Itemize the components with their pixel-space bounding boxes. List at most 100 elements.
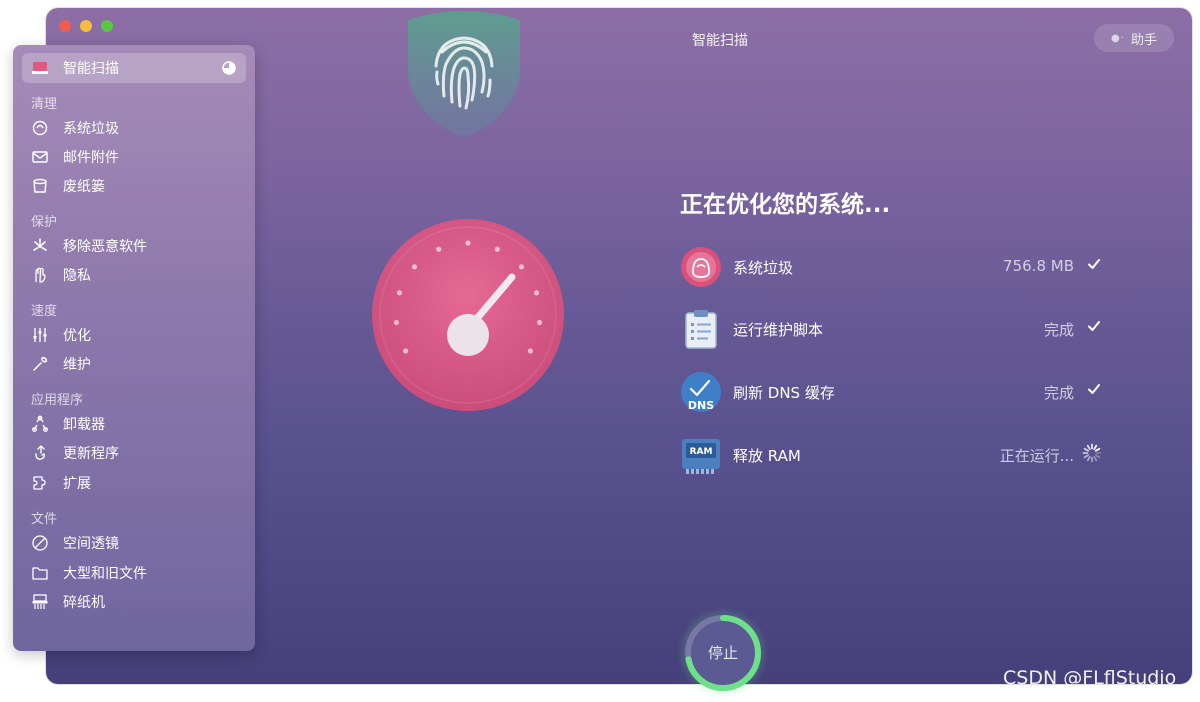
sidebar-item-privacy[interactable]: 隐私: [31, 264, 91, 286]
gauge-tick: [436, 246, 442, 252]
gauge-tick: [533, 290, 540, 296]
fingerprint-shield-icon: [408, 11, 520, 138]
task-name: 释放 RAM: [733, 447, 801, 465]
assistant-label: 助手: [1130, 32, 1157, 48]
task-row-dns-cache: DNS 刷新 DNS 缓存 完成: [680, 371, 1110, 415]
space-lens-icon: [31, 534, 49, 552]
gauge-tick: [393, 319, 399, 326]
maintenance-icon: [31, 355, 49, 373]
maintenance-scripts-icon: [685, 310, 717, 349]
spinner-spoke: [1093, 455, 1098, 462]
spinner-spoke: [1094, 454, 1101, 459]
sidebar-item-label: 移除恶意软件: [63, 239, 147, 255]
task-status: 756.8 MB: [1003, 257, 1074, 275]
sidebar-section-speed: 速度: [31, 304, 58, 319]
sidebar-item-trash-bins[interactable]: 废纸篓: [31, 175, 105, 197]
malware-removal-icon: [31, 237, 49, 255]
system-junk-icon: [31, 119, 49, 137]
extensions-icon: [31, 474, 49, 492]
sidebar-section-protection: 保护: [31, 215, 58, 230]
spinner-spoke: [1083, 454, 1090, 459]
privacy-icon: [31, 266, 49, 284]
sidebar-item-updater[interactable]: 更新程序: [31, 442, 119, 464]
window-title: 智能扫描: [692, 33, 748, 49]
optimization-gauge-icon: [372, 219, 564, 411]
scan-progress-icon: [222, 61, 236, 75]
gauge-tick: [518, 264, 525, 270]
large-old-files-icon: [31, 564, 49, 582]
sidebar-item-label: 维护: [63, 357, 91, 373]
task-row-system-junk: 系统垃圾 756.8 MB: [680, 246, 1110, 290]
sidebar-item-label: 邮件附件: [63, 150, 119, 166]
sidebar-item-label: 大型和旧文件: [63, 566, 147, 582]
task-row-maintenance-scripts: 运行维护脚本 完成: [680, 308, 1110, 352]
optimization-icon: [31, 326, 49, 344]
sidebar-item-space-lens[interactable]: 空间透镜: [31, 532, 119, 554]
sidebar-item-label: 智能扫描: [63, 61, 119, 77]
gauge-tick: [494, 246, 500, 252]
task-status: 完成: [1043, 321, 1074, 339]
assistant-dot-icon: ●·: [1111, 32, 1125, 44]
ram-icon-text: RAM: [690, 447, 713, 457]
checkmark-icon: [1088, 321, 1100, 331]
gauge-tick: [537, 319, 543, 326]
updater-icon: [31, 444, 49, 462]
sidebar-item-label: 更新程序: [63, 446, 119, 462]
sidebar-item-label: 废纸篓: [63, 179, 105, 195]
trash-bins-icon: [31, 177, 49, 195]
spinner-spoke: [1093, 444, 1098, 451]
sidebar-item-extensions[interactable]: 扩展: [31, 472, 91, 494]
sidebar-item-label: 扩展: [63, 476, 91, 492]
sidebar-item-mail-attachments[interactable]: 邮件附件: [31, 146, 119, 168]
task-status: 正在运行...: [999, 447, 1074, 465]
mail-attachments-icon: [31, 148, 49, 166]
gauge-tick: [465, 240, 471, 246]
sidebar-item-system-junk[interactable]: 系统垃圾: [31, 117, 119, 139]
gauge-tick: [403, 348, 409, 354]
assistant-button[interactable]: ●· 助手: [1094, 24, 1174, 52]
ram-icon: RAM: [682, 439, 720, 474]
sidebar-section-files: 文件: [31, 512, 58, 527]
zoom-window-button[interactable]: [101, 20, 113, 32]
watermark-text: CSDN @FLflStudio: [1003, 667, 1177, 689]
sidebar-item-shredder[interactable]: 碎纸机: [31, 591, 105, 613]
sidebar-item-label: 卸载器: [63, 417, 105, 433]
sidebar-item-label: 碎纸机: [63, 595, 105, 611]
shredder-icon: [31, 593, 49, 611]
checkmark-icon: [1088, 384, 1100, 394]
sidebar-item-label: 系统垃圾: [63, 121, 119, 137]
loading-spinner-icon: [1082, 443, 1102, 463]
dns-cache-icon: DNS: [681, 372, 721, 412]
minimize-window-button[interactable]: [80, 20, 92, 32]
sidebar-item-uninstaller[interactable]: 卸载器: [31, 413, 105, 435]
sidebar-item-malware-removal[interactable]: 移除恶意软件: [31, 235, 147, 257]
dns-icon-text: DNS: [688, 399, 714, 412]
sidebar-section-applications: 应用程序: [31, 393, 84, 408]
sidebar-item-maintenance[interactable]: 维护: [31, 353, 91, 375]
sidebar-item-optimization[interactable]: 优化: [31, 324, 91, 346]
sidebar-item-label: 优化: [63, 328, 91, 344]
status-heading: 正在优化您的系统...: [680, 192, 891, 218]
task-name: 系统垃圾: [733, 259, 794, 277]
close-window-button[interactable]: [59, 20, 71, 32]
spinner-spoke: [1086, 444, 1091, 451]
gauge-tick: [396, 290, 403, 296]
sidebar-section-cleanup: 清理: [31, 97, 58, 112]
sidebar-item-smart-scan-content[interactable]: 智能扫描: [31, 57, 119, 79]
checkmark-icon: [1088, 259, 1100, 269]
sidebar-item-label: 隐私: [63, 268, 91, 284]
task-row-free-ram: RAM 释放 RAM 正在运行...: [680, 434, 1110, 478]
stop-label: 停止: [707, 644, 738, 662]
sidebar-item-label: 空间透镜: [63, 536, 119, 552]
spinner-spoke: [1086, 455, 1091, 462]
task-status: 完成: [1043, 384, 1074, 402]
spinner-spoke: [1094, 447, 1101, 452]
sidebar-item-large-old-files[interactable]: 大型和旧文件: [31, 562, 147, 584]
stop-button[interactable]: 停止: [678, 608, 768, 698]
system-junk-task-icon: [681, 247, 721, 287]
gauge-tick: [411, 264, 418, 270]
spinner-spoke: [1083, 447, 1090, 452]
task-name: 刷新 DNS 缓存: [733, 384, 835, 402]
gauge-tick: [527, 348, 533, 354]
task-name: 运行维护脚本: [733, 321, 824, 339]
